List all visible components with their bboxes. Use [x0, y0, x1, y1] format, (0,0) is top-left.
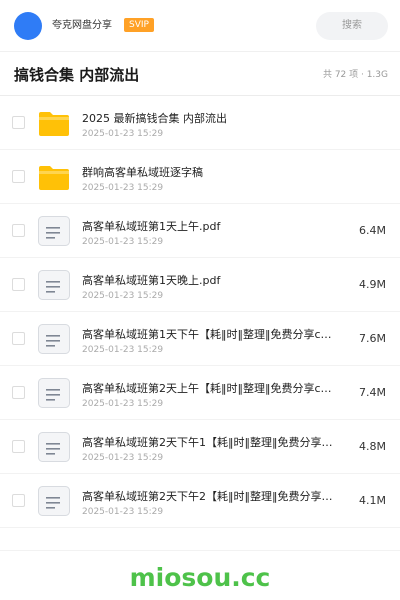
file-name: 高客单私域班第1天下午【耗‖时‖整理‖免费分享c… [82, 328, 332, 341]
row-checkbox[interactable] [12, 116, 25, 129]
username: 夸克网盘分享 [52, 20, 112, 31]
search-input[interactable]: 搜索 [316, 12, 388, 40]
document-icon [38, 432, 70, 462]
row-checkbox[interactable] [12, 278, 25, 291]
row-checkbox[interactable] [12, 332, 25, 345]
document-icon [38, 486, 70, 516]
file-list: 2025 最新搞钱合集 内部流出 2025-01-23 15:29 群响高客单私域班… [0, 96, 400, 528]
file-date: 2025-01-23 15:29 [82, 237, 164, 247]
file-name: 高客单私域班第1天晚上.pdf [82, 274, 221, 287]
page-title: 搞钱合集 内部流出 [14, 66, 140, 84]
file-date: 2025-01-23 15:29 [82, 291, 164, 301]
file-name: 高客单私域班第2天下午2【耗‖时‖整理‖免费分享… [82, 490, 333, 503]
row-checkbox[interactable] [12, 224, 25, 237]
file-date: 2025-01-23 15:29 [82, 345, 164, 355]
row-checkbox[interactable] [12, 386, 25, 399]
list-item[interactable]: 高客单私域班第1天晚上.pdf 2025-01-23 15:29 4.9M [0, 258, 400, 312]
file-name: 高客单私域班第2天下午1【耗‖时‖整理‖免费分享… [82, 436, 333, 449]
vip-badge: SVIP [124, 18, 154, 32]
avatar[interactable] [14, 12, 42, 40]
row-checkbox[interactable] [12, 440, 25, 453]
divider [0, 550, 400, 551]
folder-meta: 共 72 项 · 1.3G [322, 70, 388, 80]
watermark: miosou.cc [129, 563, 271, 592]
list-item[interactable]: 2025 最新搞钱合集 内部流出 2025-01-23 15:29 [0, 96, 400, 150]
file-size: 6.4M [359, 224, 386, 237]
list-item[interactable]: 高客单私域班第1天上午.pdf 2025-01-23 15:29 6.4M [0, 204, 400, 258]
file-size: 4.1M [359, 494, 386, 507]
document-icon [38, 324, 70, 354]
document-icon [38, 378, 70, 408]
list-item[interactable]: 群响高客单私域班逐字稿 2025-01-23 15:29 [0, 150, 400, 204]
list-item[interactable]: 高客单私域班第1天下午【耗‖时‖整理‖免费分享c… 2025-01-23 15:2… [0, 312, 400, 366]
file-name: 高客单私域班第2天上午【耗‖时‖整理‖免费分享c… [82, 382, 332, 395]
file-size: 7.6M [359, 332, 386, 345]
file-size: 4.8M [359, 440, 386, 453]
file-size: 7.4M [359, 386, 386, 399]
list-item[interactable]: 高客单私域班第2天下午2【耗‖时‖整理‖免费分享… 2025-01-23 15:2… [0, 474, 400, 528]
document-icon [38, 216, 70, 246]
file-date: 2025-01-23 15:29 [82, 453, 164, 463]
folder-icon [38, 108, 70, 138]
list-item[interactable]: 高客单私域班第2天上午【耗‖时‖整理‖免费分享c… 2025-01-23 15:2… [0, 366, 400, 420]
search-placeholder: 搜索 [342, 20, 362, 31]
row-checkbox[interactable] [12, 494, 25, 507]
file-date: 2025-01-23 15:29 [82, 399, 164, 409]
folder-icon [38, 162, 70, 192]
file-date: 2025-01-23 15:29 [82, 507, 164, 517]
document-icon [38, 270, 70, 300]
folder-header: 搞钱合集 内部流出 共 72 项 · 1.3G [0, 52, 400, 96]
file-name: 群响高客单私域班逐字稿 [82, 166, 203, 179]
row-checkbox[interactable] [12, 170, 25, 183]
file-date: 2025-01-23 15:29 [82, 183, 164, 193]
file-name: 高客单私域班第1天上午.pdf [82, 220, 221, 233]
top-bar: 夸克网盘分享 SVIP 搜索 [0, 0, 400, 52]
file-date: 2025-01-23 15:29 [82, 129, 164, 139]
file-size: 4.9M [359, 278, 386, 291]
file-name: 2025 最新搞钱合集 内部流出 [82, 112, 227, 125]
list-item[interactable]: 高客单私域班第2天下午1【耗‖时‖整理‖免费分享… 2025-01-23 15:2… [0, 420, 400, 474]
